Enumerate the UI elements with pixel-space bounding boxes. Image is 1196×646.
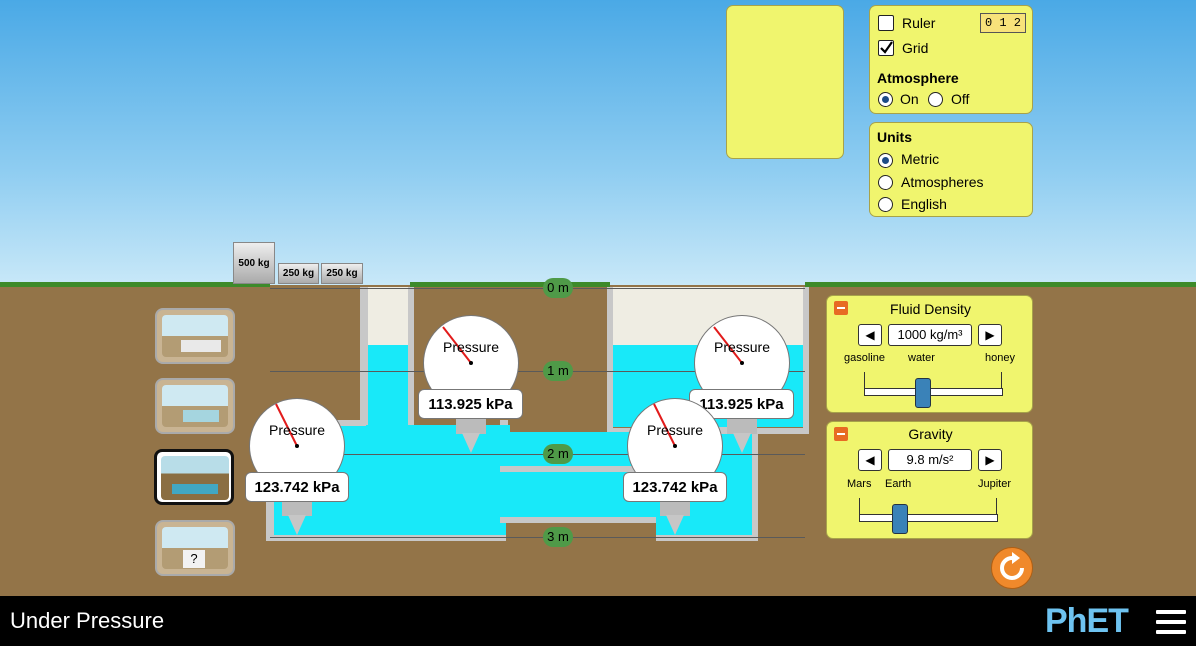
- gravity-min-label: Mars: [847, 478, 872, 490]
- units-metric-radio[interactable]: [878, 153, 893, 168]
- mass-250kg[interactable]: 250 kg: [278, 263, 319, 284]
- mass-500kg[interactable]: 500 kg: [233, 242, 275, 284]
- units-english-radio[interactable]: [878, 197, 893, 212]
- gravity-slider-thumb[interactable]: [892, 504, 908, 534]
- ruler-checkbox[interactable]: [878, 15, 894, 31]
- units-metric-label: Metric: [901, 151, 940, 167]
- mass-250kg[interactable]: 250 kg: [321, 263, 363, 284]
- gauge-label: Pressure: [713, 339, 771, 355]
- units-english-label: English: [901, 196, 947, 212]
- reset-all-button[interactable]: [991, 547, 1033, 589]
- gauge-readout: 123.742 kPa: [245, 472, 349, 502]
- fluid-density-slider-thumb[interactable]: [915, 378, 931, 408]
- depth-marker-2: 2 m: [543, 444, 573, 464]
- grid-line: [270, 288, 805, 289]
- gravity-title: Gravity: [908, 426, 953, 442]
- fluid-density-increase-button[interactable]: ▶: [978, 324, 1002, 346]
- hamburger-menu-icon[interactable]: [1156, 610, 1186, 636]
- units-panel: Units Metric Atmospheres English: [869, 122, 1033, 217]
- fluid-density-value: 1000 kg/m³: [888, 324, 972, 346]
- gravity-panel: Gravity ◀ 9.8 m/s² ▶ Mars Earth Jupiter: [826, 421, 1033, 539]
- grid-line: [270, 537, 805, 538]
- sensor-toolbox[interactable]: [726, 5, 844, 159]
- reset-icon: [1000, 552, 1024, 580]
- gauge-label: Pressure: [442, 339, 500, 355]
- gauge-label: Pressure: [268, 422, 326, 438]
- depth-marker-1: 1 m: [543, 361, 573, 381]
- atmosphere-off-radio[interactable]: [928, 92, 943, 107]
- fluid-density-panel: Fluid Density ◀ 1000 kg/m³ ▶ gasoline wa…: [826, 295, 1033, 413]
- grid-line: [270, 454, 805, 455]
- ruler-icon: 0 1 2: [980, 13, 1026, 33]
- grid-label: Grid: [902, 40, 929, 56]
- display-options-panel: Ruler 0 1 2 Grid Atmosphere On Off: [869, 5, 1033, 114]
- gravity-value: 9.8 m/s²: [888, 449, 972, 471]
- fluid-density-mid-label: water: [908, 352, 935, 364]
- gravity-decrease-button[interactable]: ◀: [858, 449, 882, 471]
- scene-button-trapezoid-pool[interactable]: [155, 378, 235, 434]
- fluid-density-decrease-button[interactable]: ◀: [858, 324, 882, 346]
- gauge-readout: 113.925 kPa: [418, 389, 523, 419]
- gravity-increase-button[interactable]: ▶: [978, 449, 1002, 471]
- grid-checkbox[interactable]: [878, 40, 894, 56]
- grass: [805, 282, 1196, 287]
- navigation-bar: [0, 596, 1196, 646]
- scene-button-mystery-pool[interactable]: ?: [155, 520, 235, 576]
- phet-logo[interactable]: PhET: [1045, 602, 1129, 641]
- units-title: Units: [877, 129, 912, 145]
- atmosphere-on-label: On: [900, 91, 919, 107]
- mystery-label: ?: [183, 550, 205, 568]
- grass: [410, 282, 610, 287]
- atmosphere-off-label: Off: [951, 91, 970, 107]
- fluid-density-max-label: honey: [985, 352, 1015, 364]
- sim-title: Under Pressure: [10, 608, 165, 633]
- grass: [0, 282, 270, 287]
- units-atmospheres-label: Atmospheres: [901, 174, 984, 190]
- atmosphere-title: Atmosphere: [877, 70, 959, 86]
- gravity-max-label: Jupiter: [978, 478, 1012, 490]
- gravity-mid-label: Earth: [885, 478, 912, 490]
- units-atmospheres-radio[interactable]: [878, 175, 893, 190]
- atmosphere-on-radio[interactable]: [878, 92, 893, 107]
- gauge-readout: 123.742 kPa: [623, 472, 727, 502]
- fluid-density-title: Fluid Density: [890, 301, 971, 317]
- fluid-density-slider-track[interactable]: [864, 388, 1003, 396]
- ruler-label: Ruler: [902, 15, 936, 31]
- gauge-label: Pressure: [646, 422, 704, 438]
- scene-button-chamber-pool[interactable]: [154, 449, 234, 505]
- depth-marker-3: 3 m: [543, 527, 573, 547]
- depth-marker-0: 0 m: [543, 278, 573, 298]
- fluid-density-min-label: gasoline: [844, 352, 885, 364]
- scene-button-square-pool[interactable]: [155, 308, 235, 364]
- gravity-slider-track[interactable]: [859, 514, 998, 522]
